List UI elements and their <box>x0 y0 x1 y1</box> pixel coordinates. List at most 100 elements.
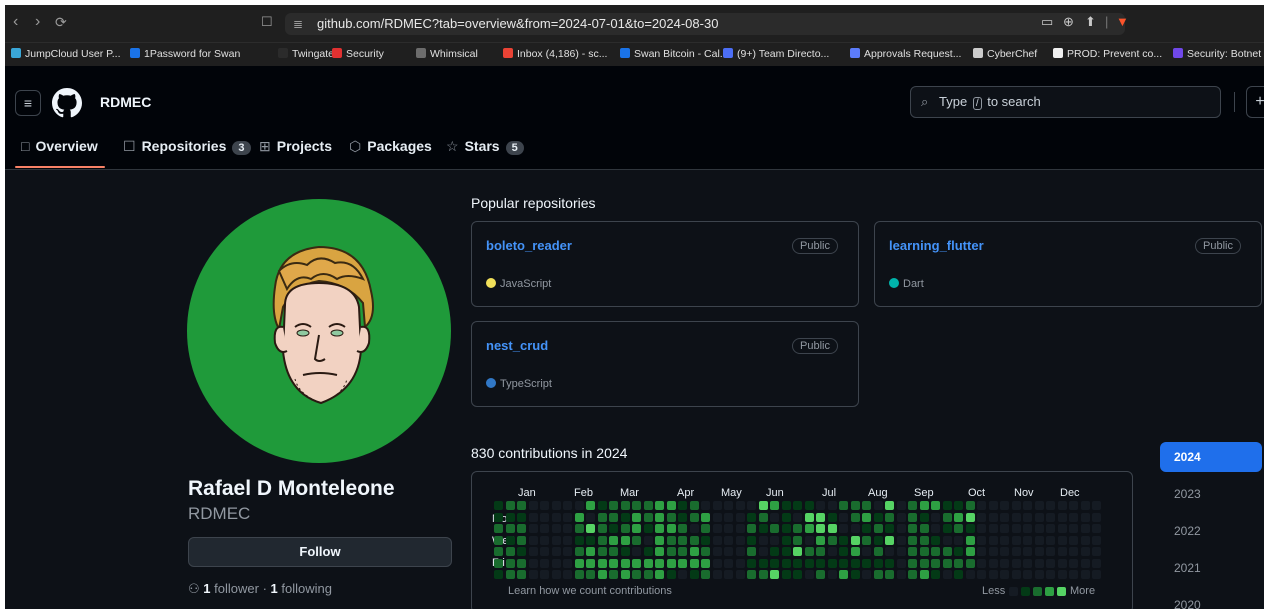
contribution-day-cell[interactable] <box>954 570 963 579</box>
contribution-day-cell[interactable] <box>1034 512 1044 522</box>
contribution-day-cell[interactable] <box>931 535 940 545</box>
contribution-day-cell[interactable] <box>540 558 549 568</box>
contribution-day-cell[interactable] <box>931 570 940 579</box>
repo-name-link[interactable]: nest_crud <box>486 338 548 353</box>
contribution-day-cell[interactable] <box>1080 535 1090 545</box>
contribution-day-cell[interactable] <box>678 570 687 579</box>
contribution-day-cell[interactable] <box>942 558 952 568</box>
contribution-day-cell[interactable] <box>551 524 561 533</box>
contribution-day-cell[interactable] <box>1046 512 1055 522</box>
contribution-day-cell[interactable] <box>643 512 653 522</box>
contribution-day-cell[interactable] <box>563 512 572 522</box>
year-2023[interactable]: 2023 <box>1160 479 1262 509</box>
contribution-day-cell[interactable] <box>494 547 503 556</box>
contribution-day-cell[interactable] <box>563 547 572 556</box>
contribution-day-cell[interactable] <box>597 535 607 545</box>
contribution-day-cell[interactable] <box>701 558 710 568</box>
contribution-day-cell[interactable] <box>954 524 963 533</box>
contribution-day-cell[interactable] <box>1034 501 1044 510</box>
contribution-day-cell[interactable] <box>942 570 952 579</box>
contribution-day-cell[interactable] <box>850 547 860 556</box>
year-2022[interactable]: 2022 <box>1160 516 1262 546</box>
contribution-day-cell[interactable] <box>1057 558 1067 568</box>
contribution-day-cell[interactable] <box>885 512 894 522</box>
contribution-day-cell[interactable] <box>850 558 860 568</box>
contribution-day-cell[interactable] <box>839 558 848 568</box>
contribution-day-cell[interactable] <box>643 535 653 545</box>
contribution-day-cell[interactable] <box>735 547 745 556</box>
contribution-day-cell[interactable] <box>839 524 848 533</box>
contribution-day-cell[interactable] <box>850 501 860 510</box>
contribution-day-cell[interactable] <box>977 501 986 510</box>
contribution-day-cell[interactable] <box>1092 547 1101 556</box>
brave-shield-icon[interactable]: ▼ <box>1116 14 1129 29</box>
contribution-day-cell[interactable] <box>1023 524 1032 533</box>
contribution-day-cell[interactable] <box>977 535 986 545</box>
contribution-day-cell[interactable] <box>827 501 837 510</box>
contribution-day-cell[interactable] <box>655 512 664 522</box>
contribution-day-cell[interactable] <box>954 501 963 510</box>
contribution-day-cell[interactable] <box>735 501 745 510</box>
contribution-day-cell[interactable] <box>965 558 975 568</box>
year-2024[interactable]: 2024 <box>1160 442 1262 472</box>
contribution-day-cell[interactable] <box>873 524 883 533</box>
contribution-day-cell[interactable] <box>919 535 929 545</box>
contribution-day-cell[interactable] <box>885 535 894 545</box>
contribution-day-cell[interactable] <box>563 570 572 579</box>
contribution-day-cell[interactable] <box>954 558 963 568</box>
contribution-day-cell[interactable] <box>1000 524 1009 533</box>
contribution-day-cell[interactable] <box>1046 570 1055 579</box>
bookmark-item[interactable]: Swan Bitcoin - Cal... <box>620 48 729 60</box>
contribution-day-cell[interactable] <box>505 512 515 522</box>
contribution-day-cell[interactable] <box>494 570 503 579</box>
contribution-day-cell[interactable] <box>574 570 584 579</box>
contribution-day-cell[interactable] <box>747 535 756 545</box>
contribution-day-cell[interactable] <box>1069 558 1078 568</box>
contribution-day-cell[interactable] <box>701 501 710 510</box>
contribution-day-cell[interactable] <box>942 512 952 522</box>
contribution-day-cell[interactable] <box>643 547 653 556</box>
contribution-day-cell[interactable] <box>931 558 940 568</box>
contribution-day-cell[interactable] <box>597 524 607 533</box>
contribution-day-cell[interactable] <box>1011 524 1021 533</box>
contribution-day-cell[interactable] <box>1080 570 1090 579</box>
contribution-day-cell[interactable] <box>632 570 641 579</box>
contribution-day-cell[interactable] <box>1000 535 1009 545</box>
contribution-day-cell[interactable] <box>988 558 998 568</box>
contribution-day-cell[interactable] <box>643 524 653 533</box>
contribution-day-cell[interactable] <box>873 570 883 579</box>
contribution-day-cell[interactable] <box>724 535 733 545</box>
contribution-day-cell[interactable] <box>862 512 871 522</box>
contribution-day-cell[interactable] <box>965 535 975 545</box>
contribution-day-cell[interactable] <box>862 547 871 556</box>
contribution-day-cell[interactable] <box>574 547 584 556</box>
bookmark-item[interactable]: CyberChef <box>973 48 1037 60</box>
contribution-day-cell[interactable] <box>1092 558 1101 568</box>
contribution-day-cell[interactable] <box>908 558 917 568</box>
contribution-day-cell[interactable] <box>712 535 722 545</box>
contribution-day-cell[interactable] <box>1069 570 1078 579</box>
contribution-day-cell[interactable] <box>873 501 883 510</box>
cast-icon[interactable]: ▭ <box>1041 14 1053 30</box>
contribution-day-cell[interactable] <box>551 535 561 545</box>
repo-name-link[interactable]: learning_flutter <box>889 238 984 253</box>
contribution-day-cell[interactable] <box>563 558 572 568</box>
contribution-day-cell[interactable] <box>885 501 894 510</box>
contribution-day-cell[interactable] <box>689 558 699 568</box>
contribution-day-cell[interactable] <box>1011 558 1021 568</box>
contribution-day-cell[interactable] <box>505 535 515 545</box>
contribution-day-cell[interactable] <box>540 570 549 579</box>
contribution-day-cell[interactable] <box>689 512 699 522</box>
contribution-day-cell[interactable] <box>574 558 584 568</box>
contribution-day-cell[interactable] <box>885 547 894 556</box>
contribution-day-cell[interactable] <box>517 547 526 556</box>
contribution-day-cell[interactable] <box>896 558 906 568</box>
contribution-day-cell[interactable] <box>919 524 929 533</box>
contribution-day-cell[interactable] <box>1080 524 1090 533</box>
contribution-day-cell[interactable] <box>655 524 664 533</box>
contribution-day-cell[interactable] <box>1046 558 1055 568</box>
repo-name-link[interactable]: boleto_reader <box>486 238 572 253</box>
contribution-day-cell[interactable] <box>862 570 871 579</box>
contribution-day-cell[interactable] <box>954 535 963 545</box>
contribution-day-cell[interactable] <box>528 524 538 533</box>
